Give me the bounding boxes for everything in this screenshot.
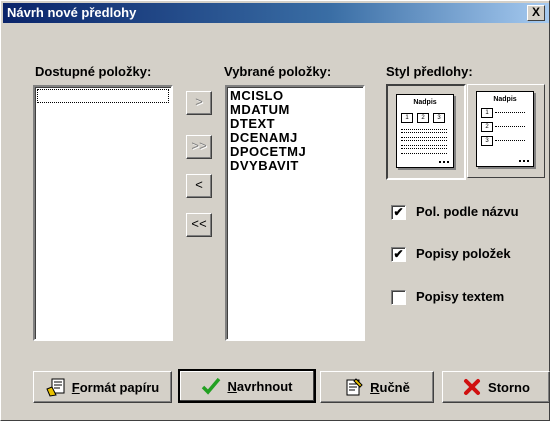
available-items-label: Dostupné položky:: [35, 64, 152, 79]
popisy-polozek-checkbox[interactable]: ✔: [391, 247, 406, 262]
list-item[interactable]: DVYBAVIT: [227, 159, 363, 173]
preview-header: Nadpis: [493, 96, 517, 103]
paper-format-icon: [46, 378, 65, 397]
preview-row-lines: [495, 112, 525, 113]
cancel-button[interactable]: Storno: [442, 371, 550, 403]
pol-podle-nazvu-checkbox[interactable]: ✔: [391, 205, 406, 220]
add-all-button[interactable]: >>: [186, 135, 212, 159]
style-preview-page: Nadpis 1 2 3: [396, 94, 454, 168]
pol-podle-nazvu-label: Pol. podle názvu: [416, 204, 519, 219]
style-preview-page: Nadpis 1 2 3: [476, 91, 534, 167]
close-button[interactable]: X: [527, 5, 545, 21]
list-item[interactable]: MDATUM: [227, 103, 363, 117]
preview-row-number: 2: [481, 122, 493, 132]
list-item[interactable]: DTEXT: [227, 117, 363, 131]
preview-row-lines: [401, 137, 447, 141]
preview-col-number: 3: [433, 113, 445, 123]
preview-col-number: 1: [401, 113, 413, 123]
popisy-polozek-label: Popisy položek: [416, 246, 511, 261]
title-bar[interactable]: Návrh nové předlohy X: [3, 3, 549, 23]
available-items-list[interactable]: [33, 85, 173, 341]
manual-button[interactable]: Ručně: [320, 371, 434, 403]
selected-items-label: Vybrané položky:: [224, 64, 332, 79]
manual-edit-icon: [346, 378, 363, 396]
list-item[interactable]: MCISLO: [227, 89, 363, 103]
preview-page-dots: [439, 161, 449, 163]
paper-format-label: Formát papíru: [71, 379, 160, 395]
selected-items-container: MCISLO MDATUM DTEXT DCENAMJ DPOCETMJ DVY…: [227, 87, 363, 173]
preview-header: Nadpis: [413, 99, 437, 106]
preview-row-number: 3: [481, 136, 493, 146]
list-item[interactable]: DPOCETMJ: [227, 145, 363, 159]
preview-row-number: 1: [481, 108, 493, 118]
selected-items-list[interactable]: MCISLO MDATUM DTEXT DCENAMJ DPOCETMJ DVY…: [225, 85, 365, 341]
style-option-rows[interactable]: Nadpis 1 2 3: [467, 84, 545, 178]
window-title: Návrh nové předlohy: [7, 5, 137, 20]
cancel-x-icon: [464, 379, 481, 395]
style-option-columns[interactable]: Nadpis 1 2 3: [386, 84, 466, 180]
preview-page-dots: [519, 160, 529, 162]
list-focus-rect: [37, 89, 169, 103]
manual-label: Ručně: [370, 379, 410, 395]
preview-row-lines: [401, 153, 447, 156]
template-style-label: Styl předlohy:: [386, 64, 473, 79]
preview-row-lines: [401, 129, 447, 133]
dialog-window: Návrh nové předlohy X Dostupné položky: …: [0, 0, 550, 421]
add-item-button[interactable]: >: [186, 91, 212, 115]
paper-format-button[interactable]: Formát papíru: [33, 371, 172, 403]
remove-item-button[interactable]: <: [186, 174, 212, 198]
remove-all-button[interactable]: <<: [186, 213, 212, 237]
design-button[interactable]: Navrhnout: [178, 369, 316, 403]
popisy-textem-label: Popisy textem: [416, 289, 505, 304]
check-mark-icon: [202, 377, 221, 395]
design-label: Navrhnout: [227, 378, 293, 394]
preview-row-lines: [401, 145, 447, 149]
preview-row-lines: [495, 126, 525, 127]
cancel-label: Storno: [488, 379, 530, 395]
preview-col-number: 2: [417, 113, 429, 123]
popisy-textem-checkbox[interactable]: [391, 290, 406, 305]
list-item[interactable]: DCENAMJ: [227, 131, 363, 145]
preview-row-lines: [495, 140, 525, 141]
